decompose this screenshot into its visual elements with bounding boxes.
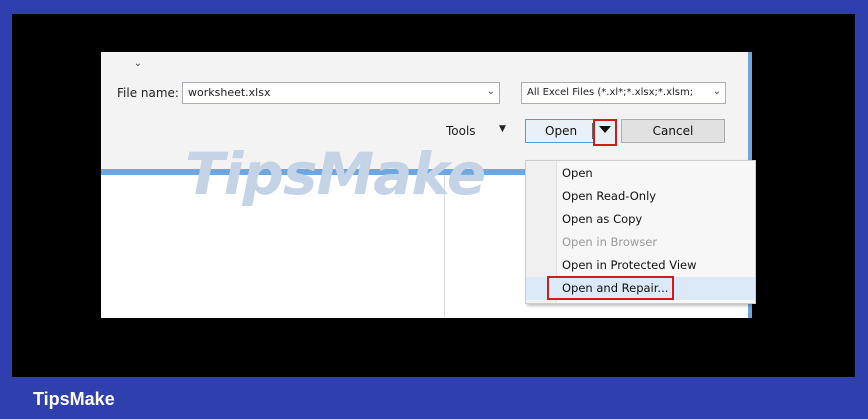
- chevron-down-icon[interactable]: ⌄: [128, 57, 148, 71]
- watermark-logo: TipsMake: [185, 140, 486, 208]
- file-name-value: worksheet.xlsx: [188, 86, 271, 99]
- open-button-label: Open: [545, 124, 578, 138]
- menu-item-open-as-copy[interactable]: Open as Copy: [526, 208, 755, 231]
- menu-item-open-in-browser: Open in Browser: [562, 235, 658, 249]
- cancel-button-label: Cancel: [652, 124, 694, 138]
- menu-item-open[interactable]: Open: [526, 162, 755, 185]
- tools-arrow-icon[interactable]: ▼: [499, 124, 506, 134]
- triangle-down-icon: [599, 126, 611, 133]
- tools-button[interactable]: Tools: [446, 124, 476, 138]
- file-name-label: File name:: [117, 86, 179, 100]
- file-name-input[interactable]: worksheet.xlsx ⌄: [182, 82, 500, 104]
- menu-item-open-read-only[interactable]: Open Read-Only: [526, 185, 755, 208]
- cancel-button[interactable]: Cancel: [621, 119, 725, 143]
- chevron-down-icon[interactable]: ⌄: [487, 86, 495, 97]
- open-dropdown-button[interactable]: [593, 119, 617, 146]
- chevron-down-icon[interactable]: ⌄: [713, 86, 721, 97]
- menu-item-open-protected-view[interactable]: Open in Protected View: [526, 254, 755, 277]
- file-type-select[interactable]: All Excel Files (*.xl*;*.xlsx;*.xlsm; ⌄: [521, 82, 726, 104]
- highlight-box: [547, 276, 674, 300]
- file-type-value: All Excel Files (*.xl*;*.xlsx;*.xlsm;: [527, 87, 694, 98]
- brand-label: TipsMake: [33, 389, 115, 409]
